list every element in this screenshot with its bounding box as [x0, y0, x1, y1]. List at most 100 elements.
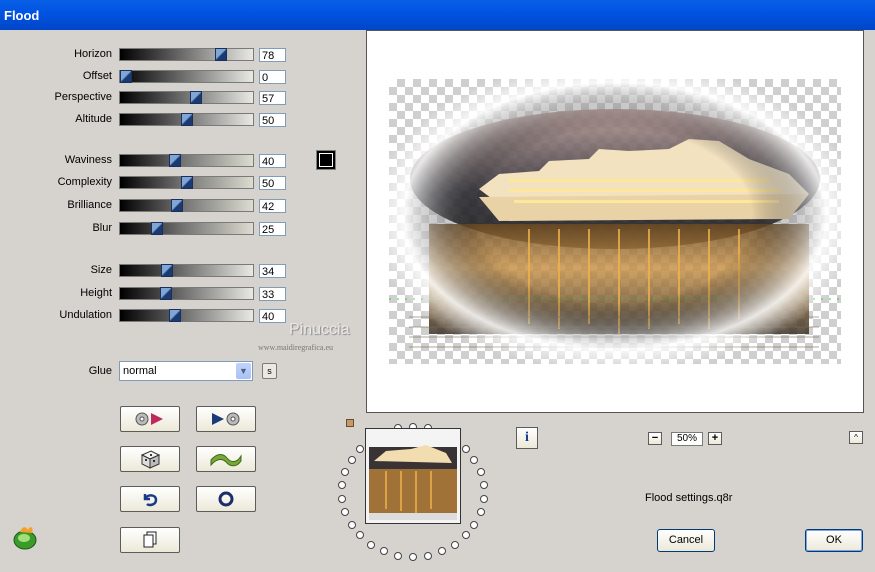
slider-thumb[interactable]	[160, 287, 172, 300]
dial-dot[interactable]	[409, 553, 417, 561]
offset-slider[interactable]	[119, 70, 254, 83]
preview-image	[389, 79, 841, 364]
size-slider[interactable]	[119, 264, 254, 277]
glue-label: Glue	[88, 365, 112, 377]
size-value[interactable]: 34	[259, 264, 286, 278]
zoom-level: 50%	[671, 432, 703, 446]
randomize-button[interactable]	[120, 446, 180, 472]
param-label: Horizon	[74, 48, 112, 60]
color-swatch-fill	[319, 153, 333, 167]
dial-dot[interactable]	[341, 468, 349, 476]
waviness-value[interactable]: 40	[259, 154, 286, 168]
dial-dot[interactable]	[341, 508, 349, 516]
slider-thumb[interactable]	[181, 176, 193, 189]
dial-dot[interactable]	[394, 552, 402, 560]
slider-thumb[interactable]	[171, 199, 183, 212]
dice-icon	[140, 450, 161, 469]
offset-value[interactable]: 0	[259, 70, 286, 84]
dial-dot[interactable]	[424, 552, 432, 560]
dial-dot[interactable]	[380, 547, 388, 555]
wave-icon	[210, 454, 242, 467]
param-label: Blur	[92, 222, 112, 234]
height-value[interactable]: 33	[259, 287, 286, 301]
dial-dot[interactable]	[477, 508, 485, 516]
complexity-slider[interactable]	[119, 176, 254, 189]
copy-button[interactable]	[120, 527, 180, 553]
dial-dot[interactable]	[348, 456, 356, 464]
perspective-slider[interactable]	[119, 91, 254, 104]
param-label: Height	[80, 287, 112, 299]
altitude-slider[interactable]	[119, 113, 254, 126]
param-label: Brilliance	[67, 199, 112, 211]
dial-dot[interactable]	[348, 521, 356, 529]
dial-dot[interactable]	[477, 468, 485, 476]
dial-dot[interactable]	[367, 541, 375, 549]
horizon-slider[interactable]	[119, 48, 254, 61]
undo-button[interactable]	[120, 486, 180, 512]
flood-color-swatch[interactable]	[316, 150, 336, 170]
zoom-in-button[interactable]: +	[708, 432, 722, 445]
dial-dot[interactable]	[338, 495, 346, 503]
dial-dot[interactable]	[356, 445, 364, 453]
navigator-thumbnail[interactable]	[365, 428, 461, 524]
filter-factory-logo-icon	[13, 527, 37, 550]
undulation-slider[interactable]	[119, 309, 254, 322]
reset-button[interactable]	[196, 486, 256, 512]
undulation-value[interactable]: 40	[259, 309, 286, 323]
brilliance-value[interactable]: 42	[259, 199, 286, 213]
horizon-value[interactable]: 78	[259, 48, 286, 62]
cancel-button[interactable]: Cancel	[657, 529, 715, 552]
watermark-name: Pinuccia	[289, 321, 350, 338]
slider-thumb[interactable]	[169, 154, 181, 167]
complexity-value[interactable]: 50	[259, 176, 286, 190]
window-title: Flood	[4, 8, 40, 23]
slider-thumb[interactable]	[161, 264, 173, 277]
slider-thumb[interactable]	[120, 70, 132, 83]
altitude-value[interactable]: 50	[259, 113, 286, 127]
slider-thumb[interactable]	[151, 222, 163, 235]
dial-handle[interactable]	[346, 419, 354, 427]
brilliance-slider[interactable]	[119, 199, 254, 212]
dial-dot[interactable]	[470, 521, 478, 529]
reset-icon	[218, 491, 234, 507]
collapse-up-button[interactable]: ^	[849, 431, 863, 444]
dial-dot[interactable]	[470, 456, 478, 464]
param-label: Size	[90, 264, 112, 276]
slider-thumb[interactable]	[215, 48, 227, 61]
dial-dot[interactable]	[462, 445, 470, 453]
param-label: Offset	[82, 70, 112, 82]
blur-slider[interactable]	[119, 222, 254, 235]
info-button[interactable]: i	[516, 427, 538, 449]
save-preset-button[interactable]	[196, 406, 256, 432]
slider-thumb[interactable]	[181, 113, 193, 126]
waviness-slider[interactable]	[119, 154, 254, 167]
dial-dot[interactable]	[480, 495, 488, 503]
ok-button[interactable]: OK	[805, 529, 863, 552]
dial-dot[interactable]	[338, 481, 346, 489]
preview-pane[interactable]	[366, 30, 864, 413]
blur-value[interactable]: 25	[259, 222, 286, 236]
param-label: Altitude	[75, 113, 112, 125]
wave-button[interactable]	[196, 446, 256, 472]
height-slider[interactable]	[119, 287, 254, 300]
slider-thumb[interactable]	[169, 309, 181, 322]
dial-dot[interactable]	[451, 541, 459, 549]
load-preset-button[interactable]	[120, 406, 180, 432]
glue-s-button[interactable]: s	[262, 363, 277, 379]
dial-dot[interactable]	[480, 481, 488, 489]
dial-dot[interactable]	[438, 547, 446, 555]
dial-dot[interactable]	[356, 531, 364, 539]
perspective-value[interactable]: 57	[259, 91, 286, 105]
glue-select-value: normal	[123, 365, 157, 377]
undo-icon	[143, 494, 158, 507]
copy-icon	[143, 531, 157, 548]
zoom-out-button[interactable]: −	[648, 432, 662, 445]
chevron-down-icon[interactable]: ▼	[236, 363, 251, 379]
dial-dot[interactable]	[462, 531, 470, 539]
glue-select[interactable]: normal ▼	[119, 361, 253, 381]
slider-thumb[interactable]	[190, 91, 202, 104]
title-bar: Flood	[0, 0, 875, 30]
param-label: Complexity	[57, 176, 112, 188]
transparent-checkerboard	[389, 79, 841, 364]
param-label: Undulation	[59, 309, 112, 321]
